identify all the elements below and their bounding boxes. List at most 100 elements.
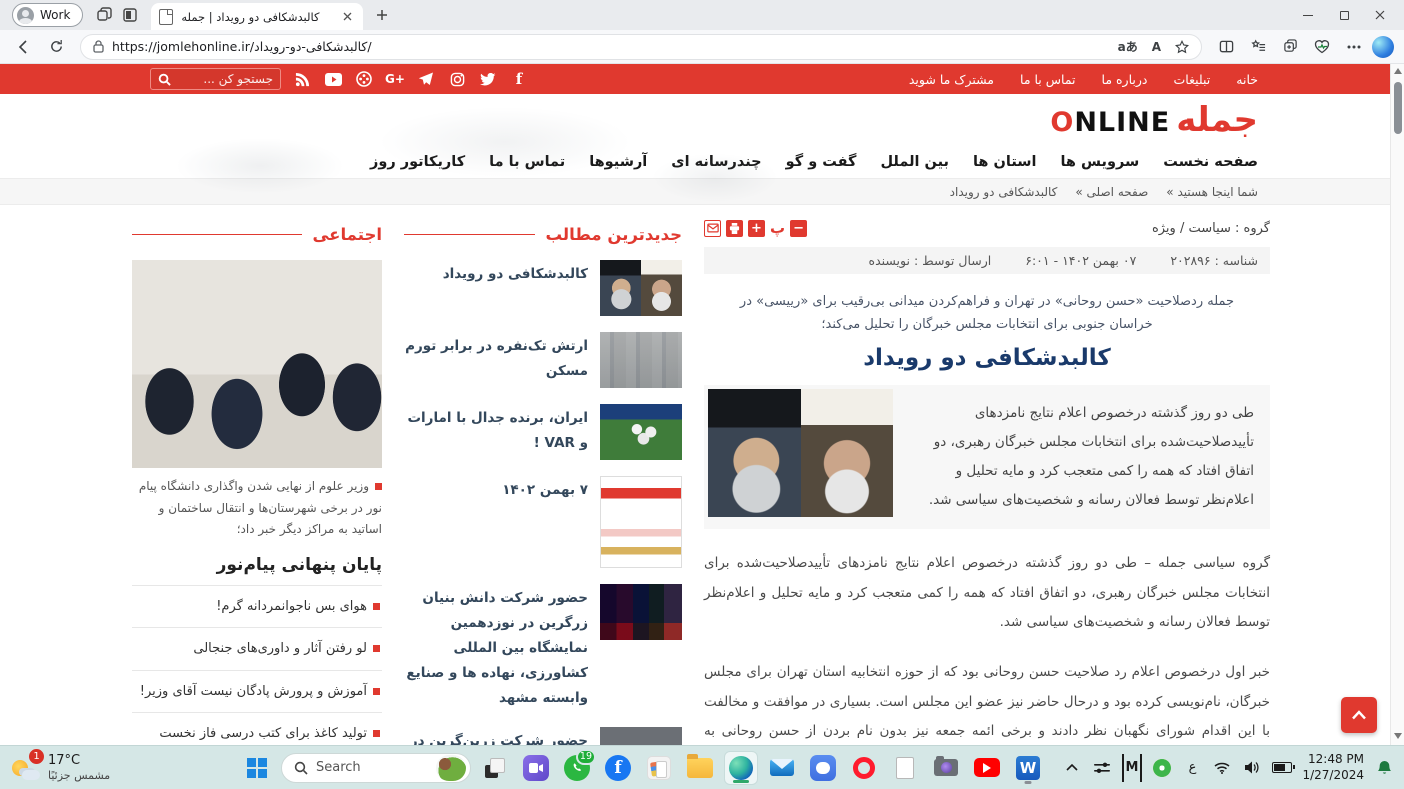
tab-layout-icon[interactable]: [117, 3, 143, 27]
article-category[interactable]: گروه : سیاست / ویژه: [1152, 221, 1270, 236]
nav-item-home[interactable]: صفحه نخست: [1163, 154, 1258, 170]
sidebar-link[interactable]: تولید کاغذ برای کتب درسی فاز نخست خودکفا…: [132, 712, 382, 745]
aparat-icon[interactable]: [355, 70, 373, 88]
tray-m-icon[interactable]: M: [1122, 754, 1143, 782]
toplink-about[interactable]: درباره ما: [1102, 72, 1148, 87]
facebook-app-icon[interactable]: f: [601, 751, 635, 785]
wifi-icon[interactable]: [1212, 754, 1232, 782]
keyboard-language-icon[interactable]: ع: [1182, 754, 1202, 782]
telegram-icon[interactable]: [417, 70, 435, 88]
nav-item-multimedia[interactable]: چندرسانه ای: [671, 154, 761, 170]
nav-item-archives[interactable]: آرشیوها: [589, 154, 647, 170]
translate-icon[interactable]: aあ: [1118, 38, 1138, 55]
split-screen-icon[interactable]: [1212, 33, 1240, 61]
volume-icon[interactable]: [1242, 754, 1262, 782]
toplink-contact[interactable]: تماس با ما: [1020, 72, 1076, 87]
settings-menu-icon[interactable]: [1340, 33, 1368, 61]
print-icon[interactable]: [726, 220, 743, 237]
social-icons: G+ f: [293, 70, 528, 88]
social-section-image[interactable]: [132, 260, 382, 468]
window-minimize-button[interactable]: [1290, 2, 1326, 28]
site-search-input[interactable]: [177, 72, 273, 86]
google-plus-icon[interactable]: G+: [386, 70, 404, 88]
list-item[interactable]: ایران، برنده جدال با امارات و VAR !: [404, 404, 682, 460]
social-heading-text[interactable]: اجتماعی: [312, 225, 382, 244]
tray-sliders-icon[interactable]: [1092, 754, 1112, 782]
article-body-paragraph: خبر اول درخصوص اعلام رد صلاحیت حسن روحان…: [704, 658, 1270, 745]
page-scrollbar[interactable]: [1390, 64, 1404, 745]
battery-icon[interactable]: [1272, 754, 1292, 782]
weather-widget[interactable]: 1 17°C مشمس جزئيًا: [10, 753, 240, 783]
camera-app-icon[interactable]: [929, 751, 963, 785]
refresh-button[interactable]: [42, 33, 70, 61]
list-item[interactable]: حضور شرکت زرین‌گرین در نمایشگاه بین‌المل…: [404, 727, 682, 745]
nav-item-services[interactable]: سرویس ها: [1060, 154, 1139, 170]
copilot-icon[interactable]: [1372, 36, 1394, 58]
list-item[interactable]: ارتش تک‌نفره در برابر تورم مسکن: [404, 332, 682, 388]
task-view-icon[interactable]: [478, 751, 512, 785]
file-explorer-icon[interactable]: [683, 751, 717, 785]
scrollbar-up-icon[interactable]: [1394, 68, 1402, 74]
collections-add-icon[interactable]: [1276, 33, 1304, 61]
taskbar-search[interactable]: Search: [281, 753, 471, 783]
list-item[interactable]: حضور شرکت دانش بنیان زرگرین در نوزدهمین …: [404, 584, 682, 711]
browser-essentials-icon[interactable]: [1308, 33, 1336, 61]
whatsapp-icon[interactable]: 19: [560, 751, 594, 785]
messages-app-icon[interactable]: [806, 751, 840, 785]
nav-item-cartoon[interactable]: کاریکاتور روز: [370, 154, 465, 170]
sidebar-link[interactable]: لو رفتن آثار و داوری‌های جنجالی: [132, 627, 382, 669]
list-item[interactable]: ۷ بهمن ۱۴۰۲: [404, 476, 682, 568]
window-close-button[interactable]: [1362, 2, 1398, 28]
notification-bell-icon[interactable]: [1374, 754, 1394, 782]
scrollbar-down-icon[interactable]: [1394, 733, 1402, 739]
site-logo[interactable]: ONLINE جمله: [1050, 103, 1258, 137]
email-icon[interactable]: [704, 220, 721, 237]
word-app-icon[interactable]: W: [1011, 751, 1045, 785]
breadcrumb-home[interactable]: صفحه اصلی »: [1075, 185, 1148, 199]
youtube-icon[interactable]: [324, 70, 342, 88]
nav-item-contact[interactable]: تماس با ما: [489, 154, 565, 170]
notepad-app-icon[interactable]: [888, 751, 922, 785]
photos-app-icon[interactable]: [642, 751, 676, 785]
youtube-app-icon[interactable]: [970, 751, 1004, 785]
taskbar-clock[interactable]: 12:48 PM 1/27/2024: [1302, 752, 1364, 783]
scrollbar-thumb[interactable]: [1394, 82, 1402, 134]
facebook-icon[interactable]: f: [510, 70, 528, 88]
opera-app-icon[interactable]: [847, 751, 881, 785]
site-search-box[interactable]: [150, 68, 281, 90]
window-maximize-button[interactable]: [1326, 2, 1362, 28]
font-increase-icon[interactable]: +: [748, 220, 765, 237]
chat-app-icon[interactable]: [519, 751, 553, 785]
instagram-icon[interactable]: [448, 70, 466, 88]
nav-item-interview[interactable]: گفت و گو: [786, 154, 857, 170]
font-decrease-icon[interactable]: −: [790, 220, 807, 237]
sidebar-link[interactable]: هوای بس ناجوانمردانه گرم!: [132, 585, 382, 627]
mail-app-icon[interactable]: [765, 751, 799, 785]
favorite-star-icon[interactable]: [1175, 40, 1189, 54]
workspaces-icon[interactable]: [91, 3, 117, 27]
social-featured-title[interactable]: پایان پنهانی پیام‌نور: [132, 555, 382, 575]
back-button[interactable]: [10, 33, 38, 61]
start-button[interactable]: [240, 751, 274, 785]
collections-icon[interactable]: [1244, 33, 1272, 61]
list-item[interactable]: کالبدشکافی دو رویداد: [404, 260, 682, 316]
address-bar[interactable]: https://jomlehonline.ir/کالبدشکافی-دو-رو…: [80, 34, 1202, 60]
twitter-icon[interactable]: [479, 70, 497, 88]
tray-antivirus-icon[interactable]: [1152, 754, 1172, 782]
browser-profile-button[interactable]: Work: [12, 3, 83, 27]
new-tab-button[interactable]: [369, 2, 395, 28]
sidebar-link[interactable]: آموزش و پرورش پادگان نیست آقای وزیر!: [132, 670, 382, 712]
scroll-to-top-button[interactable]: [1341, 697, 1377, 733]
browser-tab[interactable]: کالبدشکافی دو رویداد | جمله: [151, 3, 363, 30]
read-aloud-icon[interactable]: A: [1152, 40, 1161, 54]
edge-app-icon[interactable]: [724, 751, 758, 785]
toplink-subscribe[interactable]: مشترک ما شوید: [909, 72, 994, 87]
nav-item-international[interactable]: بین الملل: [880, 154, 948, 170]
letter-p-icon[interactable]: پ: [770, 219, 785, 237]
rss-icon[interactable]: [293, 70, 311, 88]
toplink-ads[interactable]: تبلیغات: [1174, 72, 1211, 87]
toplink-home[interactable]: خانه: [1236, 72, 1258, 87]
tray-chevron-up-icon[interactable]: [1062, 754, 1082, 782]
tab-close-icon[interactable]: [339, 9, 355, 25]
nav-item-provinces[interactable]: استان ها: [973, 154, 1037, 170]
